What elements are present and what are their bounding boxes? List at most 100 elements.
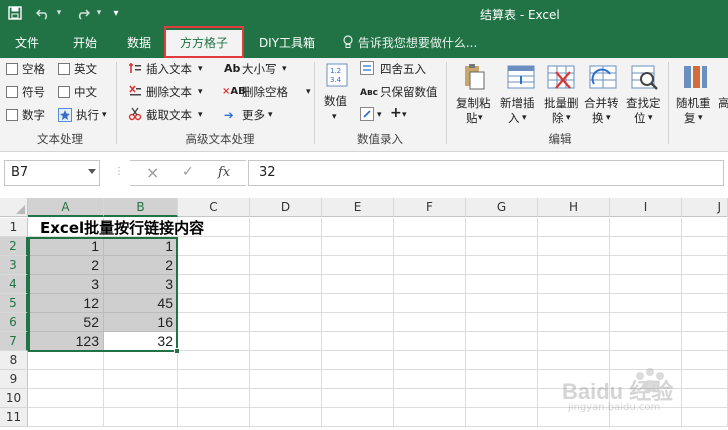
cancel-icon[interactable]: × [146, 163, 159, 182]
cell-f3[interactable] [394, 256, 466, 275]
cell-h5[interactable] [538, 294, 610, 313]
cell-i7[interactable] [610, 332, 682, 351]
cell-j7[interactable] [682, 332, 728, 351]
cell-d3[interactable] [250, 256, 322, 275]
batch-delete-button[interactable]: 批量删 [544, 96, 579, 110]
cell-j5[interactable] [682, 294, 728, 313]
cell-h6[interactable] [538, 313, 610, 332]
cell-b8[interactable] [104, 351, 178, 370]
cell-g1[interactable] [466, 218, 538, 237]
cell-a7[interactable]: 123 [28, 332, 104, 351]
random-repeat-button[interactable]: 随机重 [676, 96, 711, 110]
enter-icon[interactable]: ✓ [182, 164, 194, 180]
cell-d6[interactable] [250, 313, 322, 332]
find-locate-dropdown-icon[interactable]: ▾ [648, 111, 653, 125]
row-header-2[interactable]: 2 [0, 237, 28, 256]
execute-icon[interactable] [58, 108, 72, 122]
random-repeat-button-line2[interactable]: 复 [684, 111, 696, 125]
cell-e3[interactable] [322, 256, 394, 275]
delete-text-button[interactable]: 删除文本 [146, 85, 192, 99]
tell-me-box[interactable]: 告诉我您想要做什么... [342, 28, 477, 58]
cell-f1[interactable] [394, 218, 466, 237]
column-header-c[interactable]: C [178, 198, 250, 217]
insert-text-button[interactable]: 插入文本 [146, 62, 192, 76]
insert-new-button[interactable]: 新增插 [500, 96, 535, 110]
column-header-h[interactable]: H [538, 198, 610, 217]
row-header-7[interactable]: 7 [0, 332, 28, 351]
cell-c6[interactable] [178, 313, 250, 332]
cell-g8[interactable] [466, 351, 538, 370]
cell-d7[interactable] [250, 332, 322, 351]
row-header-6[interactable]: 6 [0, 313, 28, 332]
checkbox-number[interactable] [6, 109, 18, 121]
more-tools-button[interactable]: 高 [718, 96, 728, 110]
row-header-10[interactable]: 10 [0, 389, 28, 408]
cell-e5[interactable] [322, 294, 394, 313]
cell-d4[interactable] [250, 275, 322, 294]
cell-e6[interactable] [322, 313, 394, 332]
tab-home[interactable]: 开始 [62, 28, 108, 58]
cell-h4[interactable] [538, 275, 610, 294]
cell-i6[interactable] [610, 313, 682, 332]
cell-e8[interactable] [322, 351, 394, 370]
cell-f5[interactable] [394, 294, 466, 313]
undo-icon[interactable] [34, 4, 52, 22]
customize-quick-access-icon[interactable]: ▾ [110, 4, 122, 22]
insert-function-icon[interactable]: fx [218, 165, 230, 180]
cell-g2[interactable] [466, 237, 538, 256]
checkbox-space[interactable] [6, 63, 18, 75]
cell-e11[interactable] [322, 408, 394, 427]
cell-b9[interactable] [104, 370, 178, 389]
column-header-f[interactable]: F [394, 198, 466, 217]
column-header-d[interactable]: D [250, 198, 322, 217]
cell-f2[interactable] [394, 237, 466, 256]
delete-spaces-button[interactable]: 删除空格 [242, 85, 288, 99]
cell-g10[interactable] [466, 389, 538, 408]
cell-b5[interactable]: 45 [104, 294, 178, 313]
numeric-value-button[interactable]: 数值 [324, 94, 347, 108]
cell-a4[interactable]: 3 [28, 275, 104, 294]
cell-c7[interactable] [178, 332, 250, 351]
row-header-4[interactable]: 4 [0, 275, 28, 294]
checkbox-chinese[interactable] [58, 86, 70, 98]
cell-g11[interactable] [466, 408, 538, 427]
row-header-11[interactable]: 11 [0, 408, 28, 427]
cell-e9[interactable] [322, 370, 394, 389]
column-header-g[interactable]: G [466, 198, 538, 217]
tab-diy-toolbox[interactable]: DIY工具箱 [252, 28, 322, 58]
cell-i3[interactable] [610, 256, 682, 275]
cell-f8[interactable] [394, 351, 466, 370]
plus-dropdown-icon[interactable]: ▾ [402, 108, 407, 122]
cell-g5[interactable] [466, 294, 538, 313]
cell-d9[interactable] [250, 370, 322, 389]
column-header-i[interactable]: I [610, 198, 682, 217]
redo-dropdown-icon[interactable]: ▾ [94, 4, 104, 22]
cell-f7[interactable] [394, 332, 466, 351]
cell-j2[interactable] [682, 237, 728, 256]
delete-text-dropdown-icon[interactable]: ▾ [198, 85, 203, 99]
cell-a9[interactable] [28, 370, 104, 389]
execute-button[interactable]: 执行 [76, 108, 99, 122]
cell-b3[interactable]: 2 [104, 256, 178, 275]
edit-cell-dropdown-icon[interactable]: ▾ [377, 108, 382, 122]
row-header-8[interactable]: 8 [0, 351, 28, 370]
drag-handle-icon[interactable]: ⋮ [114, 166, 124, 177]
batch-delete-button-line2[interactable]: 除 [552, 111, 564, 125]
cell-a5[interactable]: 12 [28, 294, 104, 313]
fill-handle[interactable] [174, 348, 180, 354]
cell-d2[interactable] [250, 237, 322, 256]
tab-file[interactable]: 文件 [4, 28, 50, 58]
copy-paste-dropdown-icon[interactable]: ▾ [478, 111, 483, 125]
cell-d11[interactable] [250, 408, 322, 427]
redo-icon[interactable] [74, 4, 92, 22]
cell-h3[interactable] [538, 256, 610, 275]
cell-f10[interactable] [394, 389, 466, 408]
tab-data[interactable]: 数据 [116, 28, 162, 58]
cell-b11[interactable] [104, 408, 178, 427]
cell-f6[interactable] [394, 313, 466, 332]
edit-cell-icon[interactable] [360, 107, 374, 121]
keep-value-button[interactable]: 只保留数值 [380, 85, 438, 99]
cell-d10[interactable] [250, 389, 322, 408]
delete-spaces-dropdown-icon[interactable]: ▾ [306, 85, 311, 99]
name-box[interactable]: B7 [4, 160, 100, 186]
